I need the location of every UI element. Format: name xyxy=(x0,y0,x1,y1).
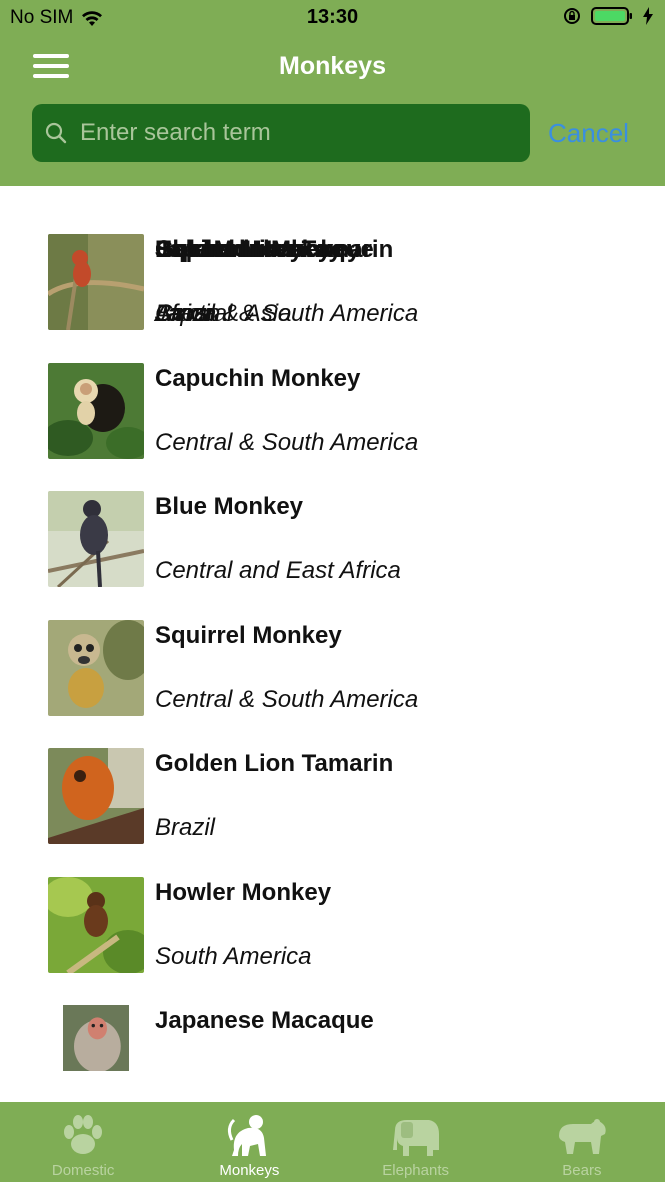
tab-bar: Domestic Monkeys Elephants Bears xyxy=(0,1102,665,1182)
status-bar: No SIM 13:30 xyxy=(0,0,665,36)
item-region: Central & South America xyxy=(155,686,419,713)
animal-thumbnail xyxy=(48,877,144,973)
animal-list[interactable]: Baboon Blue Monkey Japanese Macaque Gold… xyxy=(0,186,665,1102)
battery-icon xyxy=(591,7,632,25)
item-name: Howler Monkey xyxy=(155,879,332,906)
item-name: Blue Monkey xyxy=(155,493,304,520)
item-name: Squirrel Monkey xyxy=(155,622,342,649)
item-name: Golden Lion Tamarin xyxy=(155,750,394,777)
animal-thumbnail xyxy=(48,620,144,716)
status-indicators xyxy=(563,6,653,26)
navigation-bar: Monkeys Cancel xyxy=(0,36,665,186)
search-input[interactable] xyxy=(78,118,502,148)
list-item[interactable]: Golden Lion Tamarin Brazil xyxy=(48,748,648,848)
item-region: Brazil xyxy=(155,814,216,841)
list-item[interactable]: Japanese Macaque xyxy=(48,1005,648,1102)
charging-icon xyxy=(643,7,653,25)
monkey-icon xyxy=(228,1115,267,1156)
page-title: Monkeys xyxy=(279,52,386,80)
item-region: Laos xyxy=(155,300,208,327)
search-icon xyxy=(45,122,67,144)
list-item[interactable]: Squirrel Monkey Central & South America xyxy=(48,620,648,720)
tab-monkeys[interactable]: Monkeys xyxy=(166,1102,332,1182)
item-name: Capuchin Monkey xyxy=(155,365,361,392)
tab-label: Monkeys xyxy=(219,1162,280,1179)
tab-label: Domestic xyxy=(51,1162,115,1179)
tab-domestic[interactable]: Domestic xyxy=(0,1102,166,1182)
list-item[interactable]: Blue Monkey Central and East Africa xyxy=(48,491,648,591)
animal-thumbnail xyxy=(48,748,144,844)
paw-icon xyxy=(64,1115,103,1154)
animal-thumbnail xyxy=(63,1005,129,1071)
item-region: South America xyxy=(155,943,312,970)
elephant-icon xyxy=(392,1120,439,1156)
tab-elephants[interactable]: Elephants xyxy=(333,1102,499,1182)
tab-label: Elephants xyxy=(382,1162,449,1179)
orientation-lock-icon xyxy=(564,8,580,24)
cancel-button[interactable]: Cancel xyxy=(548,118,629,149)
item-name: Capuchin Monkey xyxy=(155,236,361,263)
item-name: Japanese Macaque xyxy=(155,1007,374,1034)
item-region: Central and East Africa xyxy=(155,557,401,584)
search-field[interactable] xyxy=(32,104,530,162)
tab-label: Bears xyxy=(562,1162,602,1179)
bear-icon xyxy=(558,1119,606,1154)
list-item[interactable]: Howler Monkey South America xyxy=(48,877,648,977)
list-item[interactable]: Capuchin Monkey Central & South America xyxy=(48,363,648,463)
tab-bears[interactable]: Bears xyxy=(499,1102,665,1182)
animal-thumbnail xyxy=(48,363,144,459)
animal-thumbnail xyxy=(48,491,144,587)
animal-thumbnail xyxy=(48,234,144,330)
item-region: Central & South America xyxy=(155,429,419,456)
list-item[interactable]: Baboon Blue Monkey Japanese Macaque Gold… xyxy=(48,234,648,334)
